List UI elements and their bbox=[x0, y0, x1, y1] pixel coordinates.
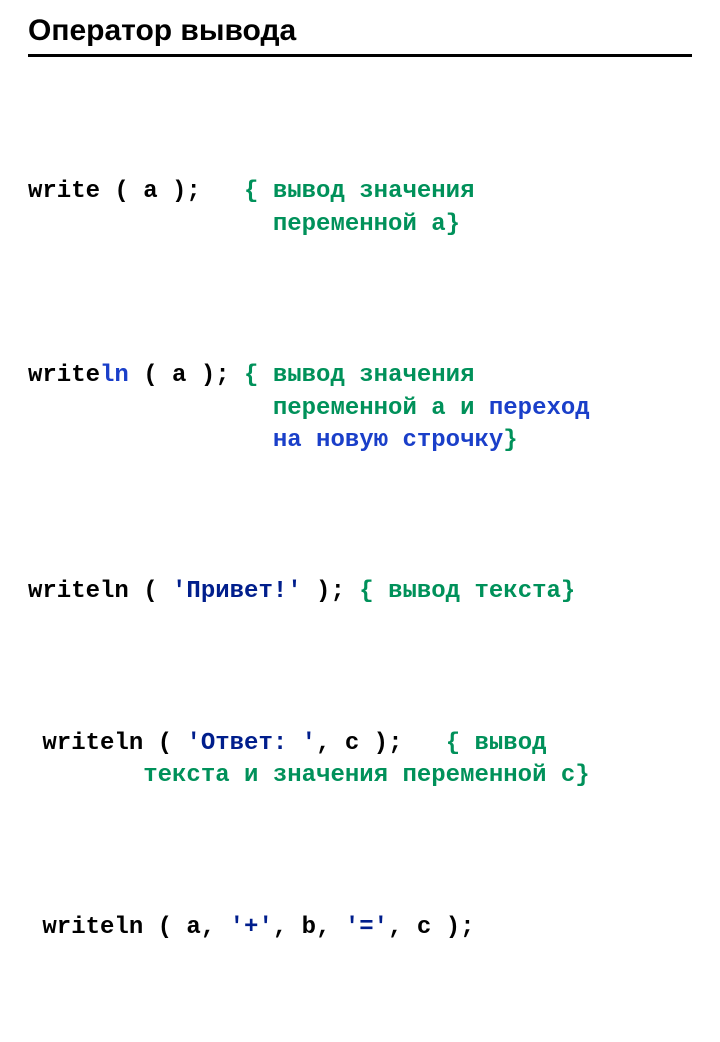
code-text: writeln ( a, bbox=[28, 914, 230, 941]
code-line-1: write ( a ); { вывод значения переменной… bbox=[28, 176, 692, 241]
code-line-4: writeln ( 'Ответ: ', c ); { вывод текста… bbox=[28, 728, 692, 793]
code-line-5: writeln ( a, '+', b, '=', c ); bbox=[28, 912, 692, 944]
code-text: writeln ( bbox=[28, 578, 172, 605]
kw-write: write bbox=[28, 362, 100, 389]
kw-ln: ln bbox=[100, 362, 129, 389]
code-line-2: writeln ( a ); { вывод значения переменн… bbox=[28, 360, 692, 457]
code-text: writeln ( bbox=[28, 730, 186, 757]
string-literal: 'Привет!' bbox=[172, 578, 302, 605]
code-text: ( a ); bbox=[100, 178, 244, 205]
code-text: ); bbox=[302, 578, 360, 605]
string-literal: '+' bbox=[230, 914, 273, 941]
code-text: , c ); bbox=[388, 914, 474, 941]
comment: { вывод текста} bbox=[359, 578, 575, 605]
slide: Оператор вывода write ( a ); { вывод зна… bbox=[0, 0, 720, 540]
code-line-3: writeln ( 'Привет!' ); { вывод текста} bbox=[28, 576, 692, 608]
title-rule bbox=[28, 54, 692, 57]
comment-end: } bbox=[503, 427, 517, 454]
code-text: ( a ); bbox=[129, 362, 244, 389]
kw-write: write bbox=[28, 178, 100, 205]
code-text: , c ); bbox=[316, 730, 446, 757]
code-area: write ( a ); { вывод значения переменной… bbox=[28, 79, 692, 1042]
code-text: , b, bbox=[273, 914, 345, 941]
slide-title: Оператор вывода bbox=[28, 14, 692, 48]
string-literal: 'Ответ: ' bbox=[186, 730, 316, 757]
string-literal: '=' bbox=[345, 914, 388, 941]
